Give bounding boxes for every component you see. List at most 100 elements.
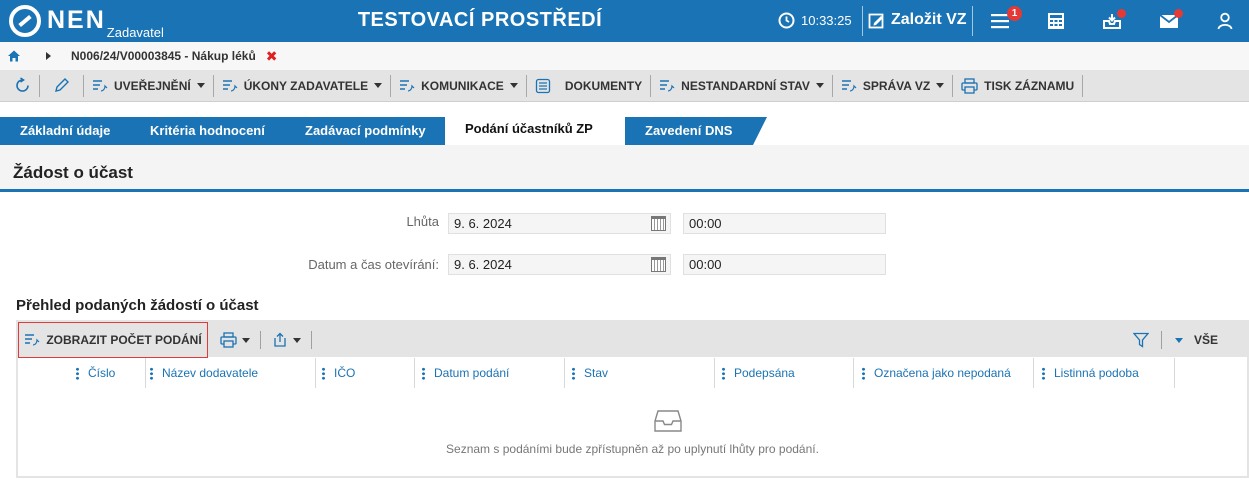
create-contract-button[interactable]: Založit VZ [868,11,967,29]
toolbar-documents[interactable]: DOKUMENTY [527,74,652,97]
column-menu-icon[interactable] [76,366,79,380]
toolbar-publish-label: UVEŘEJNĚNÍ [114,78,191,93]
toolbar-communication[interactable]: KOMUNIKACE [391,74,527,97]
toolbar-divider [311,331,312,349]
tab-tender-conditions[interactable]: Zadávací podmínky [285,117,459,145]
environment-title: TESTOVACÍ PROSTŘEDÍ [357,9,603,31]
tab-dns-introduction[interactable]: Zavedení DNS [625,117,767,145]
column-header-marked-not-submitted[interactable]: Označena jako nepodaná [862,357,1011,389]
grid-print-button[interactable] [220,330,250,350]
chevron-down-icon [936,83,945,88]
toolbar-publish[interactable]: UVEŘEJNĚNÍ [84,74,214,97]
column-header-signed[interactable]: Podepsána [722,357,795,389]
toolbar-contracting-actions[interactable]: ÚKONY ZADAVATELE [214,74,392,97]
header-divider [972,6,973,36]
column-label: Číslo [88,366,116,380]
column-divider[interactable] [1033,358,1034,388]
column-menu-icon[interactable] [572,366,575,380]
column-header-number[interactable]: Číslo [76,357,115,389]
column-menu-icon[interactable] [150,366,153,380]
toolbar-nonstandard-state-label: NESTANDARDNÍ STAV [681,78,810,93]
inbox-alert-dot [1117,9,1126,18]
deadline-time-field[interactable]: 00:00 [683,213,886,234]
list-action-icon [841,79,857,92]
section-header: Žádost o účast [0,145,1249,192]
opening-date-field[interactable]: 9. 6. 2024 [448,254,671,275]
toolbar-nonstandard-state[interactable]: NESTANDARDNÍ STAV [651,74,833,97]
tab-participant-submissions[interactable]: Podání účastníků ZP [445,112,625,145]
column-label: IČO [334,366,356,380]
column-divider[interactable] [1174,358,1175,388]
logo-icon [9,5,41,37]
grid-export-button[interactable] [272,330,301,350]
toolbar-print-record-label: TISK ZÁZNAMU [984,78,1075,93]
edit-button[interactable] [40,74,84,97]
deadline-label: Lhůta [406,214,439,229]
user-icon[interactable] [1214,10,1236,32]
nen-logo[interactable]: NEN Zadavatel [9,5,164,40]
tab-basic-info[interactable]: Základní údaje [0,117,144,145]
calculator-icon[interactable] [1045,10,1067,32]
column-divider[interactable] [714,358,715,388]
column-label: Podepsána [734,366,795,380]
chevron-down-icon [293,337,301,343]
chevron-down-icon [509,83,518,88]
toolbar-print-record[interactable]: TISK ZÁZNAMU [953,74,1084,97]
opening-date-value: 9. 6. 2024 [454,257,512,272]
column-label: Označena jako nepodaná [874,366,1011,380]
list-action-icon [25,334,40,346]
column-divider[interactable] [564,358,565,388]
breadcrumb-arrow-icon [46,52,51,60]
home-icon[interactable] [8,50,20,62]
app-header: NEN Zadavatel TESTOVACÍ PROSTŘEDÍ 10:33:… [0,0,1249,42]
clock-time: 10:33:25 [801,13,852,28]
notification-badge: 1 [1007,6,1022,21]
chevron-down-icon [196,83,205,88]
breadcrumb: N006/24/V00003845 - Nákup léků ✖ [0,42,1249,70]
column-header-supplier-name[interactable]: Název dodavatele [150,357,258,389]
filter-button[interactable] [1133,330,1149,350]
logo-text: NEN [47,6,106,34]
opening-time-field[interactable]: 00:00 [683,254,886,275]
column-header-submission-date[interactable]: Datum podání [422,357,509,389]
opening-label: Datum a čas otevírání: [308,257,439,272]
list-action-icon [400,79,415,92]
calendar-icon[interactable] [651,216,666,231]
list-action-icon [660,79,675,92]
refresh-button[interactable] [0,74,40,97]
toolbar-contract-management-label: SPRÁVA VZ [862,78,931,93]
column-divider[interactable] [414,358,415,388]
column-menu-icon[interactable] [422,366,425,380]
mail-alert-dot [1174,9,1183,18]
column-divider[interactable] [145,358,146,388]
empty-state-message: Seznam s podáními bude zpřístupněn až po… [446,442,819,456]
column-menu-icon[interactable] [722,366,725,380]
breadcrumb-path[interactable]: N006/24/V00003845 - Nákup léků [71,49,256,63]
toolbar-contract-management[interactable]: SPRÁVA VZ [833,74,954,97]
empty-tray-icon [654,410,682,432]
column-divider[interactable] [853,358,854,388]
grid-toolbar: ZOBRAZIT POČET PODÁNÍ VŠE [18,322,1247,358]
column-header-ico[interactable]: IČO [322,357,355,389]
filter-scope-dropdown[interactable]: VŠE [1175,330,1218,350]
close-icon[interactable]: ✖ [266,48,278,65]
column-menu-icon[interactable] [1042,366,1045,380]
column-divider[interactable] [315,358,316,388]
column-header-status[interactable]: Stav [572,357,608,389]
print-icon [220,332,237,348]
column-menu-icon[interactable] [322,366,325,380]
deadline-date-field[interactable]: 9. 6. 2024 [448,213,671,234]
column-label: Stav [584,366,609,380]
tab-evaluation-criteria[interactable]: Kritéria hodnocení [130,117,299,145]
filter-icon [1133,332,1149,348]
calendar-icon[interactable] [651,257,666,272]
column-header-paper-form[interactable]: Listinná podoba [1042,357,1139,389]
edit-icon [868,13,884,28]
list-action-icon [222,79,238,92]
pencil-icon [55,78,69,92]
opening-time-value: 00:00 [689,257,722,272]
document-icon [535,78,550,93]
toolbar-communication-label: KOMUNIKACE [421,78,504,93]
column-menu-icon[interactable] [862,366,865,380]
show-submission-count-button[interactable]: ZOBRAZIT POČET PODÁNÍ [18,322,208,358]
